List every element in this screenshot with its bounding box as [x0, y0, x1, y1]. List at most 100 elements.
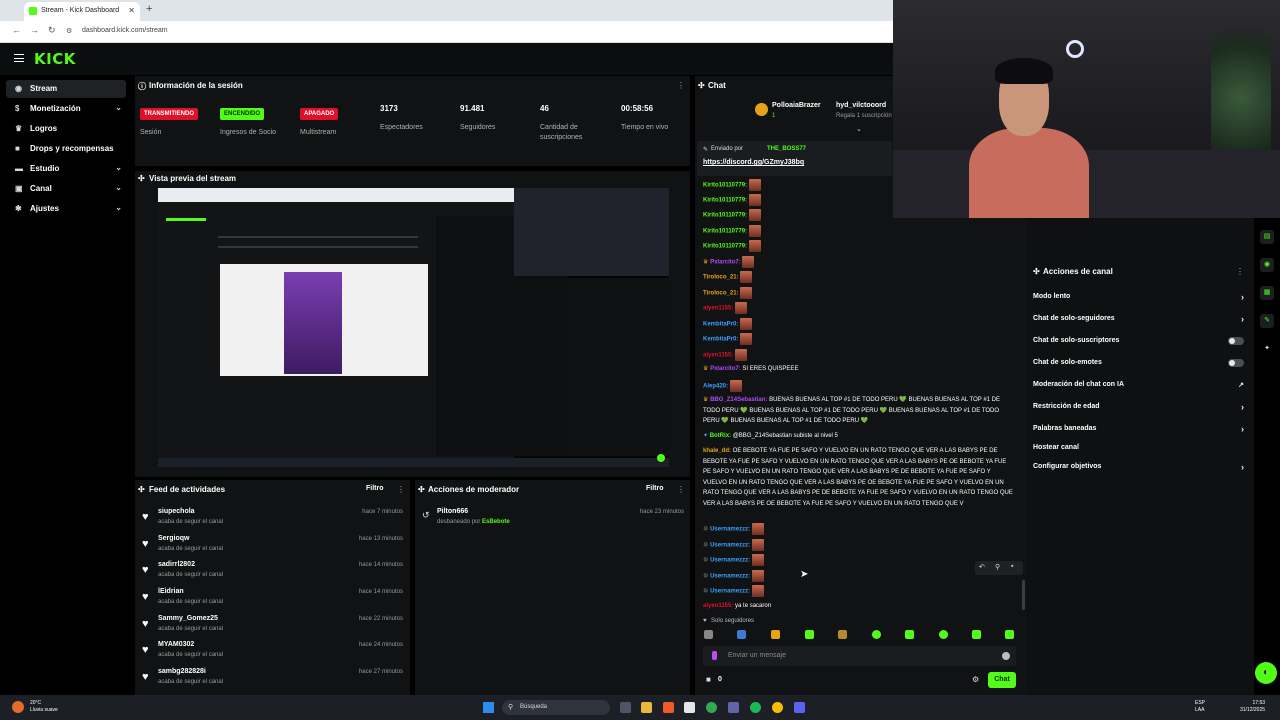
- chat-send-button[interactable]: Chat: [988, 672, 1016, 688]
- mod-target-user[interactable]: Pilton666: [437, 508, 468, 515]
- action-configure-goals[interactable]: Configurar objetivos ›: [1033, 462, 1248, 479]
- action-followers-only[interactable]: Chat de solo-seguidores ›: [1033, 314, 1248, 331]
- emote-icon[interactable]: [872, 630, 881, 639]
- task-view-icon[interactable]: [620, 702, 631, 713]
- drag-icon[interactable]: ✣: [138, 485, 145, 494]
- more-rail-icon[interactable]: ✦: [1260, 342, 1274, 356]
- drag-icon[interactable]: ✣: [1033, 267, 1040, 276]
- chat-username[interactable]: Usernamezzz:: [710, 589, 750, 595]
- action-host-channel[interactable]: Hostear canal: [1033, 444, 1248, 460]
- more-options-icon[interactable]: ⋮: [677, 485, 685, 494]
- chat-username[interactable]: Tiroloco_21:: [703, 291, 739, 297]
- weather-widget[interactable]: 20°C Lluvia suave: [30, 700, 58, 714]
- chat-username[interactable]: Pxlarcito7:: [710, 260, 741, 266]
- sidebar-item-logros[interactable]: ♛ Logros: [6, 120, 126, 138]
- feed-username[interactable]: siupechola: [158, 508, 195, 515]
- top-gifter-name[interactable]: PolloaiaBrazer: [772, 102, 821, 109]
- chat-username[interactable]: Tiroloco_21:: [703, 275, 739, 281]
- chat-username[interactable]: KembitaPr0:: [703, 337, 738, 343]
- teams-icon[interactable]: [728, 702, 739, 713]
- new-tab-icon[interactable]: +: [146, 3, 152, 15]
- more-options-icon[interactable]: ⋮: [397, 485, 405, 494]
- close-tab-icon[interactable]: ✕: [128, 6, 135, 15]
- delete-icon[interactable]: ▪: [1011, 563, 1013, 570]
- sidebar-item-ajustes[interactable]: ✱ Ajustes ⌄: [6, 200, 126, 218]
- chat-username[interactable]: BotRix:: [710, 433, 731, 439]
- reply-icon[interactable]: ↶: [979, 563, 985, 571]
- chat-username[interactable]: Usernamezzz:: [710, 558, 750, 564]
- emotes-only-toggle[interactable]: [1228, 359, 1244, 367]
- feed-username[interactable]: sadirrl2802: [158, 561, 195, 568]
- subscribers-only-toggle[interactable]: [1228, 337, 1244, 345]
- sidebar-item-monetizacion[interactable]: $ Monetización ⌄: [6, 100, 126, 118]
- chat-username[interactable]: alyen1155:: [703, 306, 733, 312]
- site-info-icon[interactable]: ⚙: [66, 27, 72, 35]
- support-chat-icon[interactable]: ◐: [1255, 662, 1277, 684]
- top-gifter-name-2[interactable]: hyd_vilctooord: [836, 102, 886, 109]
- taskbar-clock[interactable]: 17:53 31/12/2025: [1240, 700, 1265, 714]
- layout-rail-icon[interactable]: ▦: [1260, 286, 1274, 300]
- emote-icon[interactable]: [704, 630, 713, 639]
- kick-logo[interactable]: KICK: [34, 50, 76, 68]
- expand-icon[interactable]: ✣: [138, 174, 145, 183]
- chat-username[interactable]: Kirito10110779:: [703, 229, 747, 235]
- feed-username[interactable]: lEidrian: [158, 588, 184, 595]
- chat-username[interactable]: KembitaPr0:: [703, 322, 738, 328]
- feed-username[interactable]: Sammy_Gomez25: [158, 615, 218, 622]
- action-age-restriction[interactable]: Restricción de edad ›: [1033, 402, 1248, 419]
- url-field[interactable]: dashboard.kick.com/stream: [82, 27, 168, 34]
- emoji-icon[interactable]: [1002, 652, 1010, 660]
- menu-icon[interactable]: [14, 54, 24, 62]
- broadcast-rail-icon[interactable]: ◉: [1260, 258, 1274, 272]
- feed-filter-button[interactable]: Filtro: [366, 485, 384, 492]
- pin-link[interactable]: https://discord.gg/GZmyJ38bq: [703, 159, 804, 166]
- tools-rail-icon[interactable]: ✎: [1260, 314, 1274, 328]
- chat-username[interactable]: Kirito10110779:: [703, 244, 747, 250]
- emote-icon[interactable]: [972, 630, 981, 639]
- emote-icon[interactable]: [939, 630, 948, 639]
- emote-icon[interactable]: [737, 630, 746, 639]
- status-badge[interactable]: ENCENDIDO: [220, 108, 265, 120]
- browser-tab[interactable]: Stream - Kick Dashboard ✕: [24, 2, 140, 21]
- chat-input[interactable]: Enviar un mensaje: [703, 646, 1016, 666]
- drag-icon[interactable]: ✣: [418, 485, 425, 494]
- chat-username[interactable]: Usernamezzz:: [710, 543, 750, 549]
- chat-username[interactable]: Pxlarcito7:: [710, 366, 741, 372]
- chat-rail-icon[interactable]: ▤: [1260, 230, 1274, 244]
- sidebar-item-stream[interactable]: ◉ Stream: [6, 80, 126, 98]
- spotify-icon[interactable]: [750, 702, 761, 713]
- more-options-icon[interactable]: ⋮: [677, 81, 685, 90]
- file-explorer-icon[interactable]: [641, 702, 652, 713]
- chat-username[interactable]: Kirito10110779:: [703, 183, 747, 189]
- chat-username[interactable]: Kirito10110779:: [703, 198, 747, 204]
- gift-icon[interactable]: ■: [706, 675, 711, 684]
- action-slow-mode[interactable]: Modo lento ›: [1033, 292, 1248, 309]
- chat-username[interactable]: Usernamezzz:: [710, 574, 750, 580]
- chevron-down-icon[interactable]: ⌄: [856, 125, 862, 133]
- sidebar-item-estudio[interactable]: ▬ Estudio ⌄: [6, 160, 126, 178]
- sidebar-item-drops[interactable]: ■ Drops y recompensas: [6, 140, 126, 158]
- feed-username[interactable]: sambg282828i: [158, 668, 206, 675]
- language-indicator[interactable]: ESP LAA: [1195, 700, 1205, 714]
- chat-username[interactable]: khale_dd:: [703, 448, 731, 454]
- sidebar-item-canal[interactable]: ▣ Canal ⌄: [6, 180, 126, 198]
- mod-filter-button[interactable]: Filtro: [646, 485, 664, 492]
- chat-username[interactable]: BBG_Z14Sebastian:: [710, 397, 767, 403]
- stream-preview-video[interactable]: [158, 188, 669, 467]
- chat-username[interactable]: alyen1155:: [703, 353, 733, 359]
- discord-icon[interactable]: [794, 702, 805, 713]
- chat-username[interactable]: Kirito10110779:: [703, 213, 747, 219]
- chrome-icon[interactable]: [706, 702, 717, 713]
- chat-username[interactable]: Alep420:: [703, 384, 728, 390]
- emote-icon[interactable]: [1005, 630, 1014, 639]
- chrome-profile-icon[interactable]: [772, 702, 783, 713]
- chat-username[interactable]: Usernamezzz:: [710, 527, 750, 533]
- emote-icon[interactable]: [771, 630, 780, 639]
- emote-icon[interactable]: [838, 630, 847, 639]
- emote-icon[interactable]: [805, 630, 814, 639]
- emote-icon[interactable]: [905, 630, 914, 639]
- pin-message-icon[interactable]: ⚲: [995, 563, 1000, 571]
- forward-icon[interactable]: →: [30, 25, 39, 35]
- action-ai-moderation[interactable]: Moderación del chat con IA ↗: [1033, 381, 1248, 397]
- feed-username[interactable]: Sergioqw: [158, 535, 190, 542]
